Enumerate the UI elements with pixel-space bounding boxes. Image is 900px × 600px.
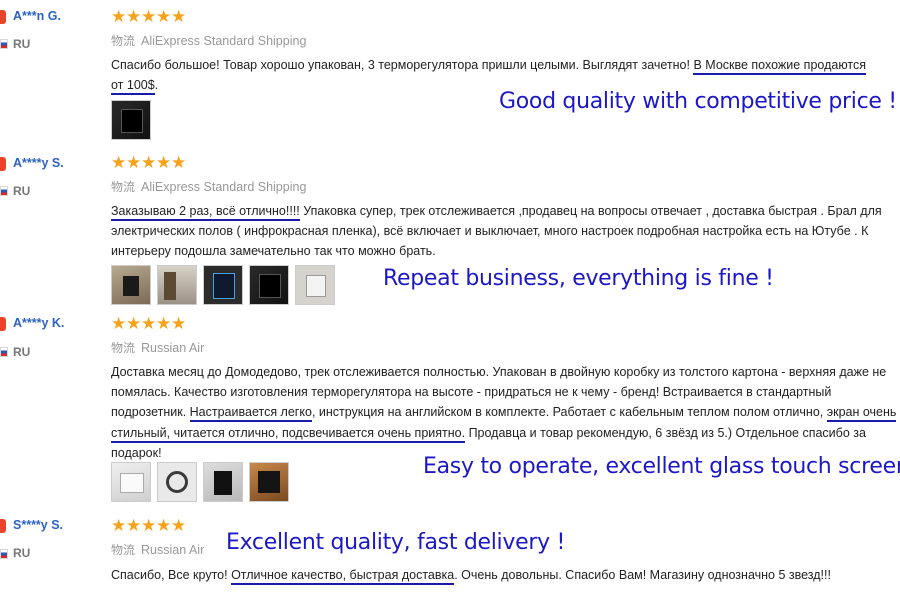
user-level-badge [0,10,6,24]
review-photo-thumbnail[interactable] [157,265,197,305]
shipping-name: AliExpress Standard Shipping [141,180,307,194]
star-rating: ★ ★ ★ ★ ★ [111,315,186,332]
shipping-method: 物流 Russian Air [111,541,204,558]
star-icon: ★ [141,153,157,172]
logistics-label: 物流 [111,180,136,194]
star-icon: ★ [156,153,172,172]
review-text: Заказываю 2 раз, всё отлично!!!! Упаковк… [111,201,900,262]
review-photo-thumbnail[interactable] [203,462,243,502]
user-level-badge [0,519,6,533]
star-icon: ★ [156,314,172,333]
star-icon: ★ [171,7,187,26]
review-text: Спасибо, Все круто! Отличное качество, б… [111,565,900,585]
star-icon: ★ [111,314,127,333]
review-text-part: . Очень довольны. Спасибо Вам! Магазину … [454,568,831,582]
shipping-name: Russian Air [141,341,205,355]
review-photos [111,100,151,140]
star-icon: ★ [126,7,142,26]
russia-flag-icon [0,549,8,559]
star-rating: ★ ★ ★ ★ ★ [111,517,186,534]
reviewer-country: RU [13,37,31,51]
review-photo-thumbnail[interactable] [295,265,335,305]
star-icon: ★ [141,516,157,535]
star-icon: ★ [126,153,142,172]
shipping-name: Russian Air [141,543,205,557]
callout-annotation: Easy to operate, excellent glass touch s… [423,454,900,479]
review-text-part: . [154,78,159,93]
review-text-part: , инструкция на английском в комплекте. … [311,405,827,420]
logistics-label: 物流 [111,34,136,48]
star-icon: ★ [156,516,172,535]
reviewer-country: RU [13,345,31,359]
callout-annotation: Repeat business, everything is fine ! [383,266,774,291]
reviewer-country: RU [13,184,31,198]
shipping-method: 物流 AliExpress Standard Shipping [111,178,306,195]
star-icon: ★ [171,314,187,333]
review-text-part: Спасибо большое! Товар хорошо упакован, … [111,58,694,72]
star-icon: ★ [111,153,127,172]
star-icon: ★ [111,7,127,26]
star-rating: ★ ★ ★ ★ ★ [111,8,186,25]
russia-flag-icon [0,39,8,49]
callout-annotation: Good quality with competitive price ! [499,89,897,114]
review-text-part: Спасибо, Все круто! [111,568,232,582]
star-icon: ★ [171,153,187,172]
reviewer-name[interactable]: A****y K. [13,316,64,330]
logistics-label: 物流 [111,543,136,557]
star-icon: ★ [141,314,157,333]
review-photos [111,265,335,305]
star-rating: ★ ★ ★ ★ ★ [111,154,186,171]
user-level-badge [0,157,6,171]
review-photo-thumbnail[interactable] [111,265,151,305]
shipping-method: 物流 Russian Air [111,339,204,356]
highlighted-phrase: Настраивается легко [189,405,312,423]
highlighted-phrase: Отличное качество, быстрая доставка [231,568,455,585]
review-photos [111,462,289,502]
star-icon: ★ [111,516,127,535]
review-text: Доставка месяц до Домодедово, трек отсле… [111,362,900,463]
review-photo-thumbnail[interactable] [249,265,289,305]
star-icon: ★ [126,314,142,333]
star-icon: ★ [141,7,157,26]
reviewer-name[interactable]: S****y S. [13,518,63,532]
star-icon: ★ [171,516,187,535]
review-photo-thumbnail[interactable] [111,100,151,140]
review-photo-thumbnail[interactable] [249,462,289,502]
shipping-method: 物流 AliExpress Standard Shipping [111,32,306,49]
callout-annotation: Excellent quality, fast delivery ! [226,530,565,555]
shipping-name: AliExpress Standard Shipping [141,34,307,48]
reviewer-name[interactable]: A***n G. [13,9,61,23]
reviewer-name[interactable]: A****y S. [13,156,64,170]
review-photo-thumbnail[interactable] [203,265,243,305]
star-icon: ★ [156,7,172,26]
logistics-label: 物流 [111,341,136,355]
review-photo-thumbnail[interactable] [157,462,197,502]
review-photo-thumbnail[interactable] [111,462,151,502]
russia-flag-icon [0,186,8,196]
star-icon: ★ [126,516,142,535]
highlighted-phrase: Заказываю 2 раз, всё отлично!!!! [111,204,300,221]
user-level-badge [0,317,6,331]
russia-flag-icon [0,347,8,357]
reviewer-country: RU [13,546,31,560]
